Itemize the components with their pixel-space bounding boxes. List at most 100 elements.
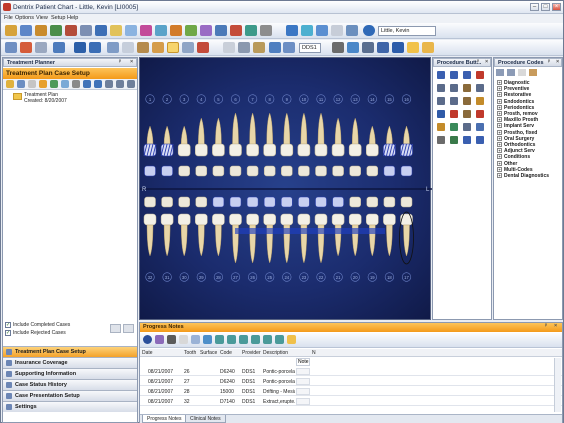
veneer-icon[interactable] (437, 97, 445, 105)
tooth-crown[interactable] (229, 213, 242, 226)
whitening-icon[interactable] (476, 97, 484, 105)
caries-icon[interactable] (476, 110, 484, 118)
pin-icon[interactable]: ᵖ (119, 59, 121, 65)
tooth-number[interactable]: 19 (370, 275, 375, 280)
table-row[interactable]: 08/21/2007 26 D6240 DDS1 Pontic-porcela... (140, 367, 562, 376)
expand-icon[interactable]: + (497, 160, 502, 166)
tooth-occlusal[interactable] (298, 196, 310, 208)
minimize-button[interactable]: – (530, 3, 539, 11)
tooth-crown[interactable] (143, 213, 157, 226)
tooth-number[interactable]: 16 (404, 97, 409, 102)
tooth-crown[interactable] (246, 213, 259, 226)
tooth-number[interactable]: 9 (286, 97, 289, 102)
tooth-occlusal[interactable] (195, 165, 208, 177)
tx-plan-icon[interactable] (215, 335, 224, 344)
close-panel-icon-3[interactable]: × (556, 59, 559, 65)
tooth-root[interactable] (403, 125, 410, 145)
accept-icon[interactable] (50, 80, 58, 88)
nav-case-presentation-setup[interactable]: Case Presentation Setup (3, 390, 137, 401)
expand-icon[interactable]: + (497, 117, 502, 123)
tooth-root[interactable] (146, 224, 154, 257)
tooth-crown[interactable] (314, 213, 328, 226)
tooth-number[interactable]: 31 (165, 275, 170, 280)
tooth-root[interactable] (249, 112, 256, 145)
implant-icon[interactable] (463, 84, 471, 92)
tooth-yellow-icon[interactable] (422, 42, 434, 53)
expand-icon[interactable]: + (497, 142, 502, 147)
note-cell[interactable] (296, 398, 310, 405)
tooth-number[interactable]: 11 (319, 97, 324, 102)
globe-icon[interactable] (316, 25, 328, 36)
expand-icon[interactable]: + (497, 173, 502, 178)
email-icon[interactable] (107, 42, 119, 53)
tooth-crown[interactable] (229, 143, 242, 157)
save-icon[interactable] (74, 42, 86, 53)
expand-icon[interactable]: + (497, 80, 502, 85)
document-icon[interactable] (95, 25, 107, 36)
tooth-crown[interactable] (400, 213, 413, 226)
procedure-category-3[interactable]: + Endodontics (497, 98, 534, 105)
tooth-occlusal[interactable] (315, 196, 327, 208)
tooth-crown[interactable] (263, 213, 276, 226)
expand-icon[interactable]: + (497, 129, 502, 135)
tooth-crown[interactable] (160, 213, 174, 226)
chart-icon-2[interactable] (137, 42, 149, 53)
procedure-category-11[interactable]: + Adjunct Serv (497, 148, 535, 154)
tab-clinical-notes[interactable]: Clinical Notes (185, 415, 226, 423)
printer-icon[interactable] (125, 25, 137, 36)
tooth-root[interactable] (198, 117, 205, 145)
root-canal-icon[interactable] (437, 84, 445, 92)
print-case-icon[interactable] (61, 80, 69, 88)
delete-case-icon[interactable] (72, 80, 80, 88)
mouth-icon[interactable] (407, 42, 419, 53)
tooth-root[interactable] (163, 224, 171, 257)
close-panel-icon-2[interactable]: × (485, 59, 488, 65)
tooth-root[interactable] (215, 117, 222, 145)
tooth-occlusal[interactable] (229, 165, 242, 177)
nav-settings[interactable]: Settings (3, 401, 137, 412)
arrow-icon[interactable] (283, 42, 295, 53)
pin-icon-3[interactable]: ᵖ (548, 59, 550, 65)
pin-icon-4[interactable]: ᵖ (545, 323, 547, 329)
expand-icon[interactable]: + (497, 98, 502, 104)
scissors-icon[interactable] (167, 335, 176, 344)
tooth-crown[interactable] (366, 143, 379, 157)
expand-icon[interactable]: + (497, 148, 502, 154)
procedure-category-8[interactable]: + Prostho, fixed (497, 129, 537, 136)
tooth-crown[interactable] (280, 213, 294, 226)
procedure-category-4[interactable]: + Periodontics (497, 104, 534, 111)
tooth-icon[interactable] (80, 25, 92, 36)
filling-icon[interactable] (476, 84, 484, 92)
chart-view-icon[interactable] (230, 25, 242, 36)
expand-icon[interactable]: + (497, 104, 502, 110)
procedure-category-12[interactable]: + Conditions (497, 154, 530, 160)
tooth-occlusal[interactable] (246, 165, 259, 177)
pin-icon-proc[interactable] (476, 71, 484, 79)
vertical-scrollbar[interactable] (554, 358, 561, 412)
tooth-occlusal[interactable] (212, 196, 225, 208)
procedure-category-13[interactable]: + Other (497, 160, 517, 167)
extraction-icon[interactable] (450, 110, 458, 118)
tooth-number[interactable]: 8 (269, 97, 272, 102)
tooth-occlusal[interactable] (332, 165, 344, 177)
tooth-crown[interactable] (212, 213, 225, 226)
tooth-root[interactable] (386, 125, 393, 145)
monitor-icon[interactable] (89, 42, 101, 53)
perio-chart-icon[interactable] (347, 42, 359, 53)
procedure-category-5[interactable]: + Prosth, remov (497, 111, 538, 117)
tooth-crown[interactable] (177, 143, 191, 157)
tooth-root[interactable] (146, 125, 154, 145)
rx-icon[interactable] (185, 25, 197, 36)
gear-icon[interactable] (238, 42, 250, 53)
col-description[interactable]: Description (263, 350, 288, 356)
tooth-number[interactable]: 6 (234, 97, 237, 102)
tooth-crown[interactable] (331, 143, 345, 157)
appointment-icon[interactable] (170, 25, 182, 36)
tooth-number[interactable]: 12 (336, 97, 341, 102)
tooth-occlusal[interactable] (383, 165, 396, 177)
tooth-occlusal[interactable] (349, 165, 361, 177)
xray-icon[interactable] (346, 25, 358, 36)
tooth-chart[interactable]: R L 1 2 3 4 5 6 7 8 9 10 11 12 13 14 15 16 32 31 30 29 28 27… (139, 57, 432, 320)
eye-icon[interactable] (463, 136, 471, 144)
select-icon[interactable] (35, 42, 47, 53)
